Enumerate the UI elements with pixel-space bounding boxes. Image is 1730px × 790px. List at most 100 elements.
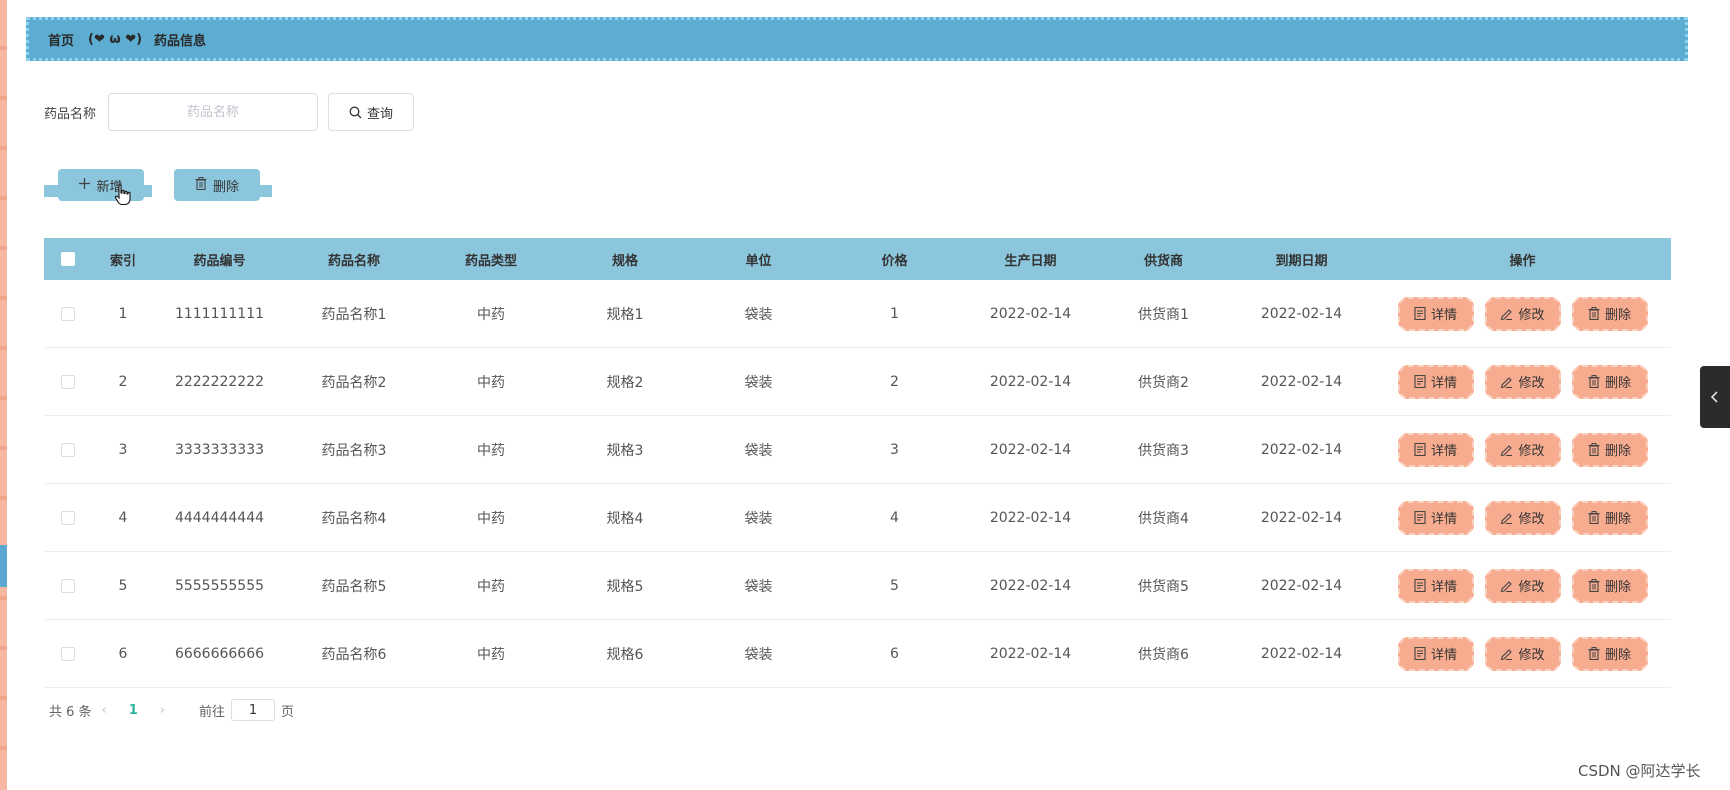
detail-button[interactable]: 详情 [1397,500,1474,535]
row-delete-button-label: 删除 [1604,308,1631,323]
row-type: 中药 [477,374,505,391]
row-expires: 2022-02-14 [1260,509,1343,526]
table-row: 2 2222222222 药品名称2 中药 规格2 袋装 2 2022-02-14 供货商2 20… [44,348,1671,416]
row-actions: 详情 修改 删除 [1374,636,1671,671]
row-checkbox[interactable] [61,510,75,525]
pencil-icon [1501,513,1513,524]
edit-button-label: 修改 [1518,580,1545,595]
breadcrumb-home[interactable]: 首页 [48,30,74,49]
edit-button[interactable]: 修改 [1484,364,1561,399]
action-toolbar: 新增 删除 [44,168,284,208]
row-delete-button[interactable]: 删除 [1571,364,1648,399]
table-header-row: 索引 药品编号 药品名称 药品类型 规格 单位 价格 生产日期 供货商 到期日期… [44,238,1671,280]
edit-button-label: 修改 [1518,376,1545,391]
detail-button-label: 详情 [1430,580,1457,595]
row-delete-button[interactable]: 删除 [1571,432,1648,467]
search-icon [349,106,362,118]
prev-page-icon[interactable]: ‹ [102,703,107,718]
row-code: 5555555555 [174,577,265,594]
delete-button[interactable]: 删除 [174,169,260,201]
table-row: 3 3333333333 药品名称3 中药 规格3 袋装 3 2022-02-14 供货商3 20… [44,416,1671,484]
row-name: 药品名称1 [321,306,387,323]
side-drawer-toggle[interactable] [1700,366,1730,428]
header-spec: 规格 [611,253,638,269]
row-checkbox[interactable] [61,306,75,321]
row-checkbox[interactable] [61,374,75,389]
watermark: CSDN @阿达学长 [1578,762,1701,780]
detail-button[interactable]: 详情 [1397,636,1474,671]
row-name: 药品名称6 [321,646,387,663]
row-delete-button-label: 删除 [1604,444,1631,459]
search-bar: 药品名称 查询 [44,93,415,131]
goto-page-input[interactable]: 1 [231,699,276,721]
next-page-icon[interactable]: › [160,703,165,718]
row-name: 药品名称3 [321,442,387,459]
header-unit: 单位 [745,253,772,269]
row-unit: 袋装 [744,510,773,527]
row-delete-button[interactable]: 删除 [1571,568,1648,603]
row-supplier: 供货商5 [1138,578,1189,595]
row-checkbox[interactable] [61,646,75,661]
row-checkbox[interactable] [61,442,75,457]
row-unit: 袋装 [744,374,773,391]
sidebar-active-marker[interactable] [0,545,7,587]
pencil-icon [1501,309,1513,320]
trash-icon [1588,647,1600,660]
row-name: 药品名称2 [321,374,387,391]
header-code: 药品编号 [193,253,246,269]
edit-button-label: 修改 [1518,308,1545,323]
row-unit: 袋装 [744,306,773,323]
row-delete-button[interactable]: 删除 [1571,636,1648,671]
row-produced: 2022-02-14 [989,645,1072,662]
pencil-icon [1501,445,1513,456]
page-number[interactable]: 1 [129,703,138,718]
document-icon [1414,511,1426,524]
row-spec: 规格6 [606,646,644,663]
header-supplier: 供货商 [1143,253,1183,269]
header-actions: 操作 [1509,253,1536,269]
row-type: 中药 [477,646,505,663]
row-delete-button-label: 删除 [1604,512,1631,527]
row-checkbox[interactable] [61,578,75,593]
breadcrumb-current: 药品信息 [154,33,207,49]
search-input[interactable] [108,93,319,131]
edit-button[interactable]: 修改 [1484,636,1561,671]
row-index: 3 [118,441,128,458]
row-spec: 规格2 [606,374,644,391]
document-icon [1414,375,1426,388]
edit-button[interactable]: 修改 [1484,500,1561,535]
row-delete-button[interactable]: 删除 [1571,296,1648,331]
chevron-left-icon [1710,391,1718,403]
detail-button[interactable]: 详情 [1397,568,1474,603]
row-price: 4 [890,509,899,526]
detail-button[interactable]: 详情 [1397,364,1474,399]
pagination: 共 6 条 ‹ 1 › 前往 1 页 [49,699,294,721]
query-button[interactable]: 查询 [328,93,415,131]
row-actions: 详情 修改 删除 [1374,432,1671,467]
table-body: 1 1111111111 药品名称1 中药 规格1 袋装 1 2022-02-14 供货商1 20… [44,280,1671,688]
row-actions: 详情 修改 删除 [1374,568,1671,603]
search-label: 药品名称 [44,106,97,122]
row-produced: 2022-02-14 [989,577,1072,594]
detail-button[interactable]: 详情 [1397,432,1474,467]
row-unit: 袋装 [744,646,773,663]
row-supplier: 供货商2 [1138,374,1189,391]
edit-button[interactable]: 修改 [1484,568,1561,603]
plus-icon [79,177,91,193]
edit-button[interactable]: 修改 [1484,296,1561,331]
row-produced: 2022-02-14 [989,509,1072,526]
edit-button-label: 修改 [1518,648,1545,663]
row-delete-button[interactable]: 删除 [1571,500,1648,535]
row-expires: 2022-02-14 [1260,441,1343,458]
header-expires: 到期日期 [1275,253,1328,269]
edit-button-label: 修改 [1518,444,1545,459]
select-all-checkbox[interactable] [61,252,75,266]
row-actions: 详情 修改 删除 [1374,296,1671,331]
detail-button[interactable]: 详情 [1397,296,1474,331]
row-type: 中药 [477,578,505,595]
row-index: 2 [118,373,128,390]
edit-button-label: 修改 [1518,512,1545,527]
detail-button-label: 详情 [1430,444,1457,459]
row-supplier: 供货商3 [1138,442,1189,459]
edit-button[interactable]: 修改 [1484,432,1561,467]
